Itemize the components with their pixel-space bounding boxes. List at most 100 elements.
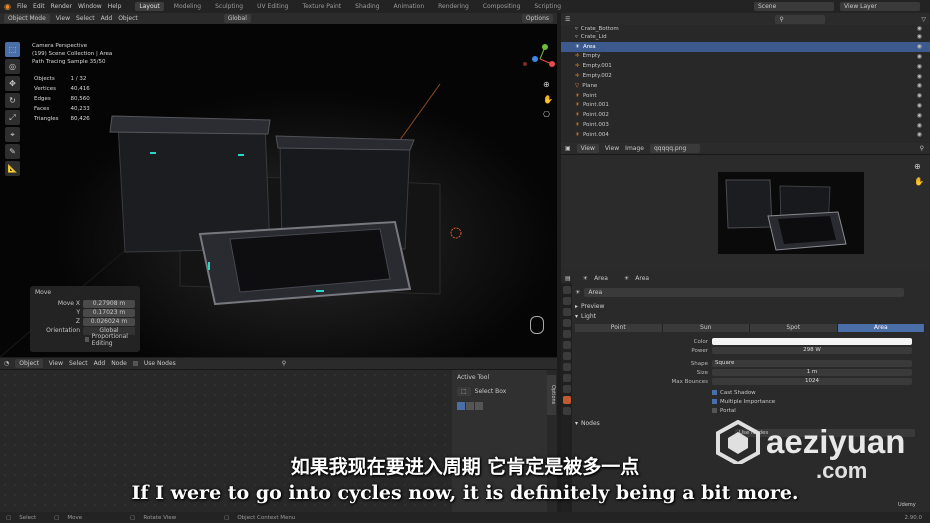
- mode-subtract-icon[interactable]: [475, 402, 483, 410]
- render-tab-icon[interactable]: [562, 297, 571, 305]
- color-swatch[interactable]: [712, 338, 912, 345]
- proportional-checkbox[interactable]: [85, 337, 89, 342]
- rotate-tool-icon[interactable]: ↻: [5, 93, 20, 108]
- portal-checkbox[interactable]: [712, 408, 717, 413]
- eye-icon[interactable]: ◉: [917, 102, 922, 109]
- physics-tab-icon[interactable]: [562, 374, 571, 382]
- scene-selector[interactable]: Scene: [754, 2, 834, 11]
- mode-new-icon[interactable]: [457, 402, 465, 410]
- menu-edit[interactable]: Edit: [33, 3, 45, 10]
- move-x-field[interactable]: 0.27908 m: [83, 299, 135, 308]
- node-view-menu[interactable]: View: [49, 360, 63, 367]
- annotate-tool-icon[interactable]: ✎: [5, 144, 20, 159]
- transform-orientation[interactable]: Global: [223, 14, 251, 23]
- view-layer-selector[interactable]: View Layer: [840, 2, 920, 11]
- section-preview[interactable]: Preview: [581, 303, 604, 310]
- tab-animation[interactable]: Animation: [390, 2, 429, 11]
- image-menu[interactable]: Image: [625, 145, 644, 152]
- measure-tool-icon[interactable]: 📐: [5, 161, 20, 176]
- size-field[interactable]: 1 m: [712, 369, 912, 376]
- light-type-area[interactable]: Area: [837, 324, 925, 332]
- move-y-field[interactable]: 0.17023 m: [83, 308, 135, 317]
- eye-icon[interactable]: ◉: [917, 92, 922, 99]
- viewport-object-menu[interactable]: Object: [118, 15, 138, 22]
- texture-tab-icon[interactable]: [562, 407, 571, 415]
- editor-type-icon[interactable]: ◔: [4, 360, 9, 367]
- tab-modeling[interactable]: Modeling: [170, 2, 205, 11]
- constraints-tab-icon[interactable]: [562, 385, 571, 393]
- camera-icon[interactable]: ⎔: [543, 110, 553, 119]
- node-node-menu[interactable]: Node: [111, 360, 127, 367]
- tab-rendering[interactable]: Rendering: [434, 2, 473, 11]
- outliner-item-empty[interactable]: ✛ Empty ◉: [561, 52, 930, 62]
- cursor-tool-icon[interactable]: ◎: [5, 59, 20, 74]
- select-box-tool-icon[interactable]: ⬚: [5, 42, 20, 57]
- viewport-select-menu[interactable]: Select: [76, 15, 95, 22]
- world-tab-icon[interactable]: [562, 341, 571, 349]
- outliner-item-point-001[interactable]: ☀ Point.001 ◉: [561, 101, 930, 111]
- image-view-select[interactable]: View: [576, 144, 599, 153]
- outliner-filter-icon[interactable]: ▽: [921, 16, 926, 23]
- node-select-menu[interactable]: Select: [69, 360, 88, 367]
- outliner-item-empty-002[interactable]: ✛ Empty.002 ◉: [561, 71, 930, 81]
- node-type-select[interactable]: Object: [15, 359, 43, 368]
- power-field[interactable]: 298 W: [712, 347, 912, 354]
- outliner-search-input[interactable]: ⚲: [775, 14, 826, 24]
- options-side-tab[interactable]: Options: [547, 375, 556, 415]
- section-light[interactable]: Light: [581, 313, 596, 320]
- properties-type-icon[interactable]: ▤: [565, 275, 571, 282]
- menu-window[interactable]: Window: [78, 3, 102, 10]
- image-filename-field[interactable]: qqqqq.png: [649, 144, 700, 153]
- light-data-tab-icon[interactable]: [562, 396, 571, 404]
- expand-light-icon[interactable]: ▾: [575, 313, 578, 320]
- scene-tab-icon[interactable]: [562, 330, 571, 338]
- eye-icon[interactable]: ◉: [917, 73, 922, 80]
- mode-selector[interactable]: Object Mode: [4, 14, 50, 23]
- outliner-item-point-004[interactable]: ☀ Point.004 ◉: [561, 130, 930, 140]
- select-box-icon[interactable]: ⬚: [457, 387, 471, 396]
- transform-tool-icon[interactable]: ⌖: [5, 127, 20, 142]
- outliner-item-point-002[interactable]: ☀ Point.002 ◉: [561, 110, 930, 120]
- tab-compositing[interactable]: Compositing: [479, 2, 525, 11]
- use-nodes-checkbox[interactable]: [132, 361, 138, 366]
- viewport-view-menu[interactable]: View: [56, 15, 70, 22]
- cast-shadow-checkbox[interactable]: [712, 390, 717, 395]
- tab-sculpting[interactable]: Sculpting: [211, 2, 247, 11]
- mode-extend-icon[interactable]: [466, 402, 474, 410]
- outliner-item-empty-001[interactable]: ✛ Empty.001 ◉: [561, 61, 930, 71]
- blender-logo-icon[interactable]: ◉: [4, 2, 11, 11]
- shape-select[interactable]: Square: [712, 360, 912, 367]
- outliner-item-crate-bottom[interactable]: ▿ Crate_Bottom ◉: [561, 25, 930, 32]
- scale-tool-icon[interactable]: ⤢: [5, 110, 20, 125]
- pan-hand-icon[interactable]: ✋: [543, 95, 553, 104]
- eye-icon[interactable]: ◉: [917, 43, 922, 50]
- menu-file[interactable]: File: [17, 3, 27, 10]
- options-button[interactable]: Options: [521, 14, 553, 23]
- tab-shading[interactable]: Shading: [351, 2, 383, 11]
- eye-icon[interactable]: ◉: [917, 131, 922, 138]
- mis-checkbox[interactable]: [712, 399, 717, 404]
- pin-icon[interactable]: ⚲: [282, 360, 286, 367]
- view-layer-tab-icon[interactable]: [562, 319, 571, 327]
- expand-preview-icon[interactable]: ▸: [575, 303, 578, 310]
- menu-render[interactable]: Render: [51, 3, 72, 10]
- tab-uv-editing[interactable]: UV Editing: [253, 2, 292, 11]
- pan-hand-icon[interactable]: ✋: [914, 177, 924, 186]
- tab-scripting[interactable]: Scripting: [530, 2, 565, 11]
- collection-tab-icon[interactable]: [562, 352, 571, 360]
- eye-icon[interactable]: ◉: [917, 63, 922, 70]
- tab-texture-paint[interactable]: Texture Paint: [298, 2, 345, 11]
- light-type-point[interactable]: Point: [575, 324, 663, 332]
- eye-icon[interactable]: ◉: [917, 53, 922, 60]
- zoom-icon[interactable]: ⊕: [914, 162, 924, 171]
- menu-help[interactable]: Help: [108, 3, 122, 10]
- output-tab-icon[interactable]: [562, 308, 571, 316]
- eye-icon[interactable]: ◉: [917, 33, 922, 40]
- outliner-item-plane[interactable]: ▽ Plane ◉: [561, 81, 930, 91]
- outliner-item-crate-lid[interactable]: ▿ Crate_Lid ◉: [561, 32, 930, 42]
- outliner-item-point[interactable]: ☀ Point ◉: [561, 91, 930, 101]
- max-bounces-field[interactable]: 1024: [712, 378, 912, 385]
- outliner-item-area[interactable]: ☀ Area ◉: [561, 41, 930, 52]
- outliner-item-point-003[interactable]: ☀ Point.003 ◉: [561, 120, 930, 130]
- eye-icon[interactable]: ◉: [917, 25, 922, 32]
